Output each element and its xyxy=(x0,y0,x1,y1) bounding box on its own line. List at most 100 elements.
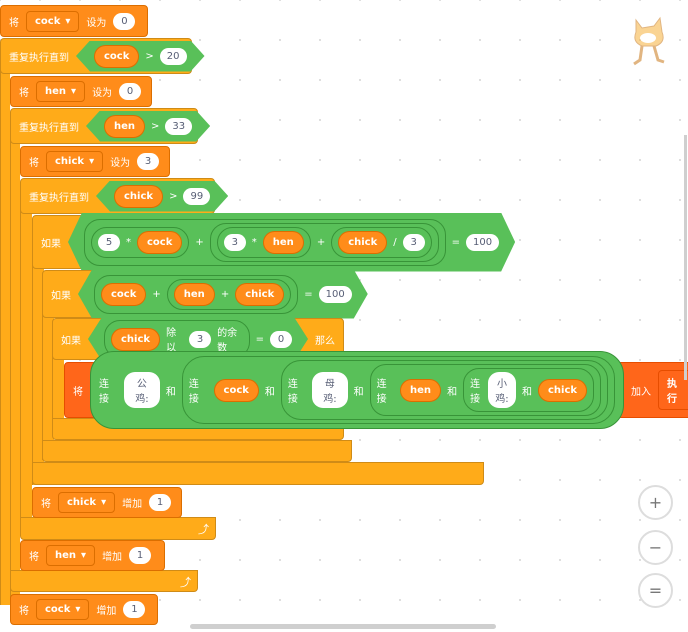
value-input[interactable]: 3 xyxy=(137,153,160,170)
join-operator[interactable]: 连接 hen 和 连接 小鸡: 和 chick xyxy=(369,364,602,416)
chevron-down-icon: ▾ xyxy=(89,156,95,167)
value-input[interactable]: 0 xyxy=(113,12,136,30)
label: 增加 xyxy=(96,606,117,617)
op: > xyxy=(151,120,160,132)
equals-operator[interactable]: 5 * cock + 3 * hen + chick / 3 = 100 xyxy=(68,213,515,272)
label: 将 xyxy=(19,88,29,99)
variable-reporter[interactable]: chick xyxy=(111,328,160,351)
value-input[interactable]: 1 xyxy=(129,547,152,564)
label: 和 xyxy=(353,386,364,398)
label: 连接 xyxy=(287,379,298,405)
variable-dropdown[interactable]: cock ▾ xyxy=(36,599,90,620)
greater-than-operator[interactable]: hen >33 xyxy=(86,111,210,142)
horizontal-scrollbar[interactable] xyxy=(190,624,496,629)
add-operator[interactable]: 5 * cock + 3 * hen + chick / 3 xyxy=(84,219,446,266)
text-input[interactable]: 母鸡: xyxy=(312,372,348,408)
repeat-until-cock[interactable]: 重复执行直到 cock >20 xyxy=(0,38,192,74)
chevron-down-icon: ▾ xyxy=(81,550,87,561)
set-cock-block[interactable]: 将 cock ▾ 设为 0 xyxy=(0,5,148,37)
value-input[interactable]: 3 xyxy=(403,234,425,251)
label: 设为 xyxy=(86,17,107,29)
zoom-in-button[interactable]: + xyxy=(638,485,673,520)
label: 和 xyxy=(447,386,458,398)
change-cock-block[interactable]: 将 cock ▾ 增加 1 xyxy=(10,594,158,625)
variable-dropdown[interactable]: cock ▾ xyxy=(26,10,80,32)
value-input[interactable]: 1 xyxy=(123,601,146,618)
variable-reporter[interactable]: hen xyxy=(104,115,145,138)
set-chick-block[interactable]: 将 chick ▾ 设为 3 xyxy=(20,146,170,177)
value-input[interactable]: 33 xyxy=(165,118,192,135)
multiply-operator[interactable]: 5 * cock xyxy=(91,227,189,258)
if-equation-block[interactable]: 如果 5 * cock + 3 * hen + chick / 3 = 100 那么 xyxy=(32,215,542,269)
value-input[interactable]: 3 xyxy=(224,234,246,251)
zoom-out-button[interactable]: − xyxy=(638,530,673,565)
if-sum-block[interactable]: 如果 cock + hen + chick = 100 那么 xyxy=(42,270,395,318)
change-hen-block[interactable]: 将 hen ▾ 增加 1 xyxy=(20,540,165,571)
repeat-chick-end: ⤴ xyxy=(20,517,216,540)
value-input[interactable]: 0 xyxy=(119,83,142,100)
variable-reporter[interactable]: hen xyxy=(174,283,215,306)
join-operator[interactable]: 连接 cock 和 连接 母鸡: 和 连接 hen 和 连接 小鸡: 和 chick xyxy=(181,356,616,424)
chevron-down-icon: ▾ xyxy=(65,15,71,27)
greater-than-operator[interactable]: chick >99 xyxy=(96,181,228,212)
label: 那么 xyxy=(522,238,543,250)
variable-dropdown[interactable]: hen ▾ xyxy=(36,81,86,102)
variable-reporter[interactable]: cock xyxy=(94,45,139,68)
divide-operator[interactable]: chick / 3 xyxy=(331,227,431,258)
add-to-list-block[interactable]: 将 连接 公鸡: 和 连接 cock 和 连接 母鸡: 和 连接 hen 和 连接 小鸡: 和 chi… xyxy=(64,351,688,429)
value-input[interactable]: 100 xyxy=(466,234,499,251)
variable-dropdown[interactable]: chick ▾ xyxy=(58,492,116,513)
label: 连接 xyxy=(99,379,109,405)
repeat-until-chick[interactable]: 重复执行直到 chick >99 xyxy=(20,178,215,214)
variable-reporter[interactable]: hen xyxy=(400,378,442,402)
label: 那么 xyxy=(315,335,335,347)
add-operator[interactable]: cock + hen + chick xyxy=(94,275,298,314)
value-input[interactable]: 100 xyxy=(319,286,352,303)
zoom-in-icon: + xyxy=(648,493,663,512)
op: * xyxy=(251,236,257,248)
text-input[interactable]: 公鸡: xyxy=(123,372,160,408)
variable-reporter[interactable]: chick xyxy=(235,283,284,306)
variable-reporter[interactable]: chick xyxy=(114,185,163,208)
label: 将 xyxy=(29,552,39,563)
label: 如果 xyxy=(51,290,71,302)
value-input[interactable]: 1 xyxy=(149,494,172,511)
join-operator[interactable]: 连接 小鸡: 和 chick xyxy=(463,368,595,412)
variable-dropdown[interactable]: chick ▾ xyxy=(46,151,104,172)
variable-reporter[interactable]: cock xyxy=(137,231,182,254)
equals-operator[interactable]: cock + hen + chick = 100 xyxy=(78,270,368,319)
add-operator[interactable]: 3 * hen + chick / 3 xyxy=(210,223,439,262)
zoom-reset-button[interactable]: = xyxy=(638,573,673,608)
label: 那么 xyxy=(374,290,395,302)
variable-reporter[interactable]: chick xyxy=(537,378,588,402)
join-operator[interactable]: 连接 公鸡: 和 连接 cock 和 连接 母鸡: 和 连接 hen 和 连接 小鸡: 和 chick xyxy=(90,351,625,429)
label: 重复执行直到 xyxy=(9,52,69,64)
chevron-down-icon: ▾ xyxy=(101,497,107,508)
op: * xyxy=(126,236,131,248)
join-operator[interactable]: 连接 母鸡: 和 连接 hen 和 连接 小鸡: 和 chick xyxy=(280,360,609,420)
op: = xyxy=(451,236,461,248)
op: + xyxy=(152,288,161,300)
op: > xyxy=(145,50,154,62)
variable-reporter[interactable]: chick xyxy=(338,231,387,254)
variable-reporter[interactable]: hen xyxy=(263,231,304,254)
add-operator[interactable]: hen + chick xyxy=(167,279,291,310)
value-input[interactable]: 5 xyxy=(98,234,120,251)
greater-than-operator[interactable]: cock >20 xyxy=(76,41,205,72)
multiply-operator[interactable]: 3 * hen xyxy=(217,227,311,258)
value-input[interactable]: 20 xyxy=(160,48,187,65)
repeat-until-hen[interactable]: 重复执行直到 hen >33 xyxy=(10,108,198,144)
value-input[interactable]: 0 xyxy=(270,331,292,348)
text-input[interactable]: 小鸡: xyxy=(488,372,516,408)
set-hen-block[interactable]: 将 hen ▾ 设为 0 xyxy=(10,76,152,107)
label: 重复执行直到 xyxy=(19,122,79,134)
change-chick-block[interactable]: 将 chick ▾ 增加 1 xyxy=(32,487,182,518)
variable-reporter[interactable]: cock xyxy=(101,283,146,306)
value-input[interactable]: 99 xyxy=(183,188,210,205)
variable-reporter[interactable]: cock xyxy=(213,378,259,402)
repeat-hen-arm xyxy=(10,130,20,600)
variable-dropdown[interactable]: hen ▾ xyxy=(46,545,96,566)
vertical-scrollbar[interactable] xyxy=(684,135,687,380)
value-input[interactable]: 3 xyxy=(189,331,211,348)
repeat-hen-end: ⤴ xyxy=(10,570,198,592)
